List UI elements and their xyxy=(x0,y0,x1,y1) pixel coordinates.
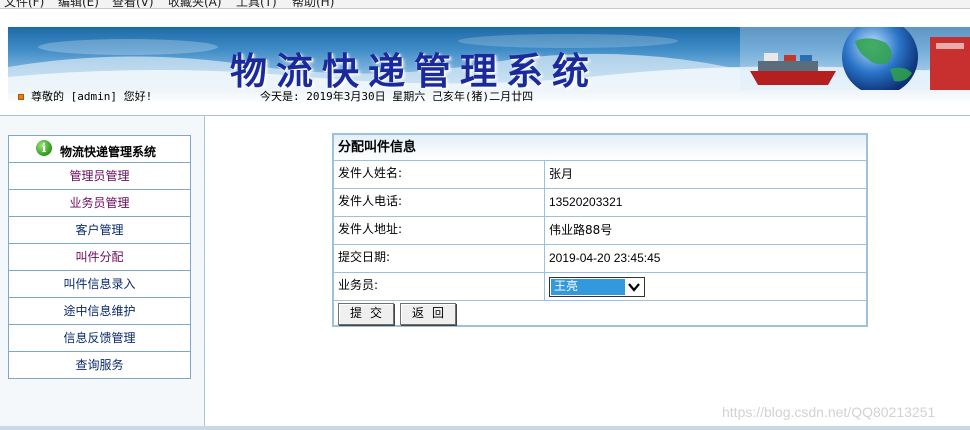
bullet-icon xyxy=(18,94,24,100)
panel-title: 分配叫件信息 xyxy=(334,135,866,161)
chevron-down-icon xyxy=(628,283,640,292)
menu-favorites[interactable]: 收藏夹(A) xyxy=(168,0,222,8)
system-title: 物流快递管理系统 xyxy=(230,49,598,90)
ship-globe-image xyxy=(740,27,970,90)
menu-view[interactable]: 查看(V) xyxy=(112,0,154,8)
sender-phone-value: 13520203321 xyxy=(549,195,623,209)
form-row-submit-date: 提交日期: 2019-04-20 23:45:45 xyxy=(334,245,866,273)
form-row-sender-address: 发件人地址: 伟业路88号 xyxy=(334,217,866,245)
field-label: 提交日期: xyxy=(334,245,545,272)
form-actions: 提交 返回 xyxy=(334,301,866,325)
sidebar-item-feedback[interactable]: 信息反馈管理 xyxy=(9,325,190,352)
user-greeting: 尊敬的 [admin] 您好! xyxy=(31,90,153,103)
menu-edit[interactable]: 编辑(E) xyxy=(58,0,99,8)
sidebar-item-pickup-entry[interactable]: 叫件信息录入 xyxy=(9,271,190,298)
sidebar-item-staff[interactable]: 业务员管理 xyxy=(9,190,190,217)
header-banner: 物流快递管理系统 xyxy=(8,27,970,90)
menu-tools[interactable]: 工具(T) xyxy=(236,0,277,8)
sidebar-menu: i 物流快递管理系统 管理员管理 业务员管理 客户管理 叫件分配 叫件信息录入 … xyxy=(8,135,191,379)
sidebar-item-customers[interactable]: 客户管理 xyxy=(9,217,190,244)
field-label: 发件人地址: xyxy=(334,217,545,244)
sidebar-header-label: 物流快递管理系统 xyxy=(60,145,157,159)
current-date: 今天是: 2019年3月30日 星期六 己亥年(猪)二月廿四 xyxy=(260,90,534,103)
form-row-sender-phone: 发件人电话: 13520203321 xyxy=(334,189,866,217)
sidebar-divider xyxy=(204,115,205,427)
form-row-staff: 业务员: 王亮 xyxy=(334,273,866,301)
watermark: https://blog.csdn.net/QQ80213251 xyxy=(722,404,936,420)
menu-file[interactable]: 文件(F) xyxy=(4,0,44,8)
field-label: 业务员: xyxy=(334,273,545,300)
sidebar-item-dispatch[interactable]: 叫件分配 xyxy=(9,244,190,271)
form-row-sender-name: 发件人姓名: 张月 xyxy=(334,161,866,189)
field-label: 发件人姓名: xyxy=(334,161,545,188)
sender-address-value: 伟业路88号 xyxy=(549,223,613,237)
info-bar: 尊敬的 [admin] 您好! 今天是: 2019年3月30日 星期六 己亥年(… xyxy=(8,90,970,104)
assign-pickup-panel: 分配叫件信息 发件人姓名: 张月 发件人电话: 13520203321 发件人地… xyxy=(332,133,868,327)
staff-select[interactable]: 王亮 xyxy=(549,277,645,297)
field-label: 发件人电话: xyxy=(334,189,545,216)
sidebar-item-transit[interactable]: 途中信息维护 xyxy=(9,298,190,325)
sender-name-value: 张月 xyxy=(549,167,574,181)
back-button[interactable]: 返回 xyxy=(400,303,456,325)
info-icon: i xyxy=(36,140,52,156)
browser-menubar: 文件(F) 编辑(E) 查看(V) 收藏夹(A) 工具(T) 帮助(H) xyxy=(0,0,970,9)
sidebar-item-query[interactable]: 查询服务 xyxy=(9,352,190,378)
sidebar-header: i 物流快递管理系统 xyxy=(9,136,190,163)
footer-line xyxy=(0,426,970,430)
submit-button[interactable]: 提交 xyxy=(338,303,394,325)
submit-date-value: 2019-04-20 23:45:45 xyxy=(549,251,661,265)
staff-selected-value: 王亮 xyxy=(551,279,625,295)
menu-help[interactable]: 帮助(H) xyxy=(292,0,334,8)
divider xyxy=(0,115,970,116)
